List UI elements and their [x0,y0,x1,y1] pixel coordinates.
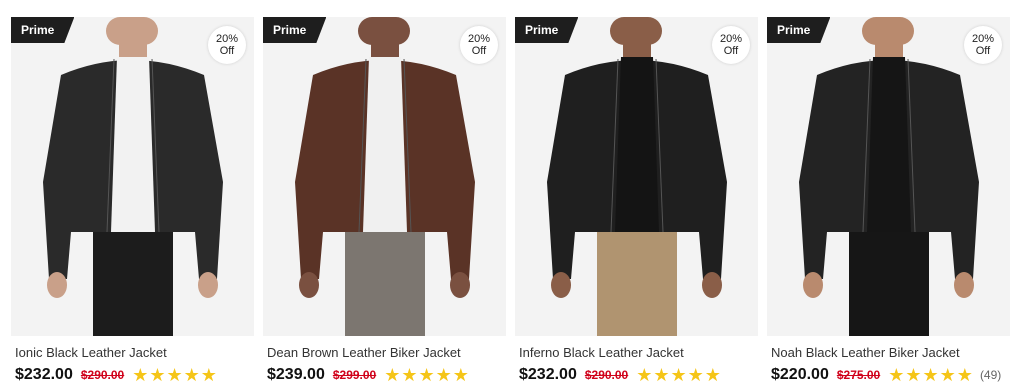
star-icon: ★ [653,365,670,385]
product-name[interactable]: Ionic Black Leather Jacket [15,345,167,360]
discount-label: Off [219,45,235,57]
product-image[interactable]: Prime 20% Off [263,17,506,336]
product-card[interactable]: Prime 20% Off Noah Black Leather Biker J… [767,17,1010,392]
price-row: $220.00 $275.00 ★ ★ ★ ★ ★ (49) [771,366,1001,384]
current-price: $232.00 [15,366,73,383]
product-photo [43,17,223,336]
star-icon: ★ [704,365,721,385]
discount-value: 20% [719,33,743,45]
star-icon: ★ [200,365,217,385]
star-icon: ★ [435,365,452,385]
discount-badge: 20% Off [964,26,1002,64]
original-price: $290.00 [584,368,629,382]
star-icon: ★ [636,365,653,385]
star-icon: ★ [956,365,973,385]
product-card[interactable]: Prime 20% Off Ionic Black Leather Jacket… [11,17,254,392]
star-icon: ★ [888,365,905,385]
rating-stars: ★ ★ ★ ★ ★ [384,366,470,384]
product-name[interactable]: Dean Brown Leather Biker Jacket [267,345,461,360]
discount-badge: 20% Off [712,26,750,64]
product-image[interactable]: Prime 20% Off [515,17,758,336]
star-icon: ★ [149,365,166,385]
discount-label: Off [723,45,739,57]
discount-badge: 20% Off [460,26,498,64]
star-icon: ★ [132,365,149,385]
star-icon: ★ [166,365,183,385]
original-price: $299.00 [332,368,377,382]
current-price: $220.00 [771,366,829,383]
price-row: $239.00 $299.00 ★ ★ ★ ★ ★ [267,366,476,384]
original-price: $275.00 [836,368,881,382]
star-icon: ★ [939,365,956,385]
star-icon: ★ [183,365,200,385]
discount-label: Off [471,45,487,57]
discount-value: 20% [215,33,239,45]
star-icon: ★ [401,365,418,385]
product-name[interactable]: Inferno Black Leather Jacket [519,345,684,360]
discount-value: 20% [971,33,995,45]
product-photo [295,17,475,336]
current-price: $232.00 [519,366,577,383]
product-card[interactable]: Prime 20% Off Inferno Black Leather Jack… [515,17,758,392]
star-icon: ★ [670,365,687,385]
price-row: $232.00 $290.00 ★ ★ ★ ★ ★ [519,366,728,384]
current-price: $239.00 [267,366,325,383]
price-row: $232.00 $290.00 ★ ★ ★ ★ ★ [15,366,224,384]
product-photo [547,17,727,336]
product-image[interactable]: Prime 20% Off [767,17,1010,336]
star-icon: ★ [418,365,435,385]
rating-stars: ★ ★ ★ ★ ★ [636,366,722,384]
rating-stars: ★ ★ ★ ★ ★ [132,366,218,384]
original-price: $290.00 [80,368,125,382]
star-icon: ★ [922,365,939,385]
product-grid: Prime 20% Off Ionic Black Leather Jacket… [0,0,1024,392]
product-photo [799,17,979,336]
star-icon: ★ [452,365,469,385]
rating-stars: ★ ★ ★ ★ ★ [888,366,974,384]
prime-badge: Prime [263,17,326,43]
star-icon: ★ [905,365,922,385]
review-count: (49) [979,368,1002,382]
product-card[interactable]: Prime 20% Off Dean Brown Leather Biker J… [263,17,506,392]
prime-badge: Prime [11,17,74,43]
product-image[interactable]: Prime 20% Off [11,17,254,336]
discount-value: 20% [467,33,491,45]
discount-label: Off [975,45,991,57]
star-icon: ★ [384,365,401,385]
prime-badge: Prime [515,17,578,43]
product-name[interactable]: Noah Black Leather Biker Jacket [771,345,960,360]
discount-badge: 20% Off [208,26,246,64]
prime-badge: Prime [767,17,830,43]
star-icon: ★ [687,365,704,385]
